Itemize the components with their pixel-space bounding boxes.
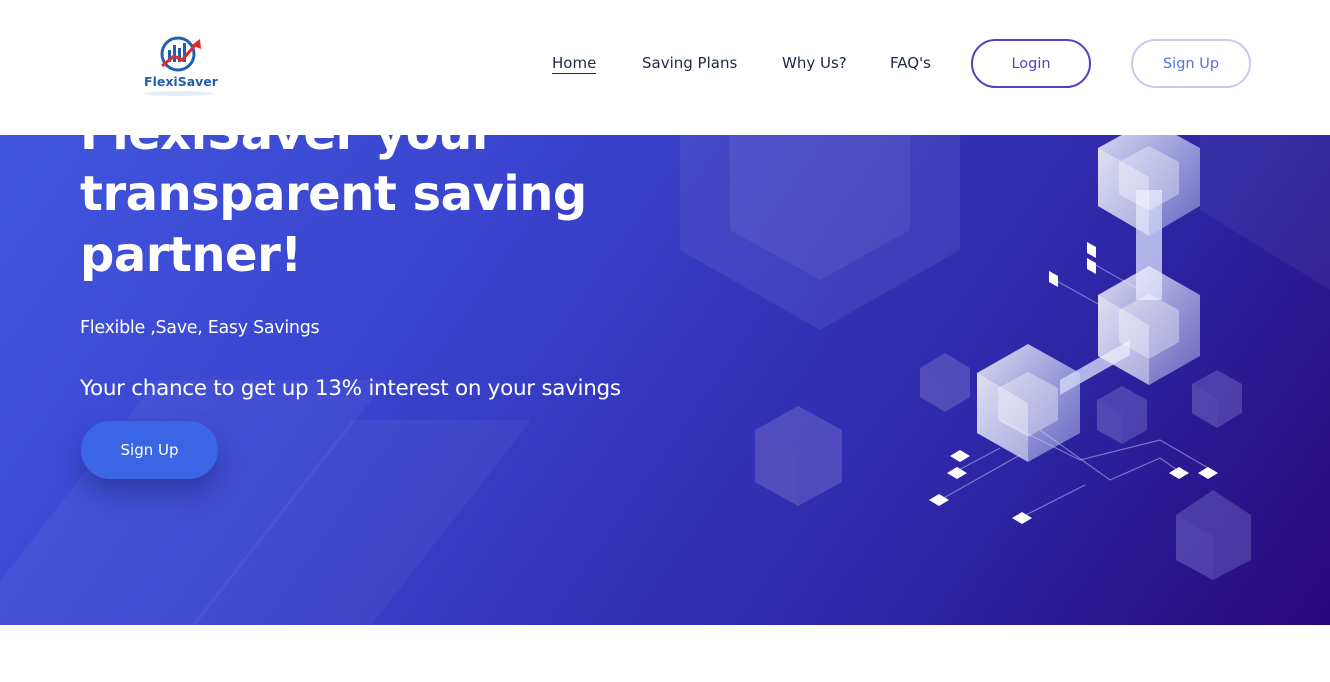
top-navbar: FlexiSaver Home Saving Plans Why Us? FAQ…	[0, 0, 1330, 135]
medium-cube	[1176, 490, 1251, 580]
nav-faqs[interactable]: FAQ's	[890, 54, 931, 72]
logo-reflection	[144, 91, 214, 96]
small-cube	[920, 353, 970, 412]
nav-home[interactable]: Home	[552, 54, 597, 74]
small-cube	[1097, 386, 1147, 444]
login-button[interactable]: Login	[971, 39, 1091, 88]
medium-cube	[755, 406, 842, 506]
small-cube	[1192, 370, 1242, 428]
bright-cube	[1098, 266, 1200, 385]
signup-button[interactable]: Sign Up	[1131, 39, 1251, 88]
bright-cube	[977, 344, 1080, 462]
logo-wordmark: FlexiSaver	[144, 74, 218, 89]
bright-cube	[1098, 120, 1200, 236]
logo-chart-icon	[160, 36, 201, 72]
nav-saving-plans[interactable]: Saving Plans	[642, 54, 737, 72]
brand-logo[interactable]: FlexiSaver	[140, 34, 218, 98]
nav-why-us[interactable]: Why Us?	[782, 54, 847, 72]
